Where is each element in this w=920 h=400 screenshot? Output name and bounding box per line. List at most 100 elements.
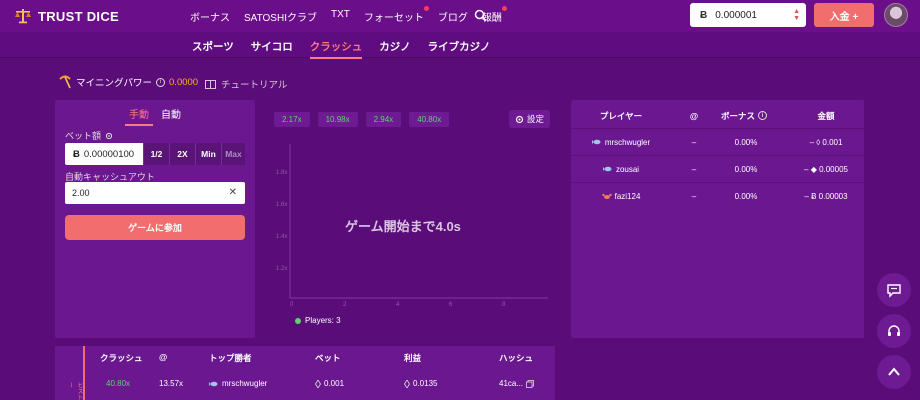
col-crash: クラッシュ [100, 353, 143, 363]
bitcoin-icon: Ƀ [73, 148, 80, 160]
chat-icon [887, 284, 901, 298]
tab-auto[interactable]: 自動 [161, 106, 181, 126]
info-icon[interactable]: i [758, 111, 767, 120]
avatar[interactable] [884, 3, 908, 27]
mining-value: 0.0000 [169, 76, 199, 88]
min-button[interactable]: Min [195, 143, 221, 165]
player-name[interactable]: fazi124 [615, 192, 641, 201]
player-name[interactable]: zousai [616, 165, 639, 174]
settings-button[interactable]: 設定 [509, 110, 551, 128]
countdown-text: ゲーム開始まで4.0s [345, 219, 461, 234]
notification-dot [423, 6, 429, 11]
max-button[interactable]: Max [221, 143, 245, 165]
nav-txt-label: TXT [330, 9, 350, 20]
scroll-top-button[interactable] [877, 355, 911, 389]
balance-value: 0.000001 [715, 9, 757, 21]
tab-casino[interactable]: カジノ [379, 39, 410, 59]
tab-manual[interactable]: 手動 [125, 106, 153, 126]
nav-bonus[interactable]: ボーナス [190, 9, 230, 24]
double-button[interactable]: 2X [169, 143, 195, 165]
history-side-label: ヒストリー [67, 382, 82, 400]
multiplier-chip[interactable]: 40.80x [409, 112, 450, 127]
info-icon[interactable]: i [156, 77, 166, 87]
balance-selector[interactable]: Ƀ 0.000001 ▲ ▼ [690, 3, 806, 27]
notification-dot [501, 6, 507, 11]
multiplier-chip[interactable]: 10.98x [317, 112, 358, 127]
nav-faucet[interactable]: フォーセット [363, 6, 429, 24]
profit-cell: 0.0135 [404, 379, 437, 388]
deposit-label: 入金 + [829, 11, 859, 23]
col-at: @ [689, 110, 699, 121]
multiplier-chip[interactable]: 2.94x [365, 112, 402, 127]
tutorial-label: チュートリアル [221, 80, 288, 91]
table-row: fazi124 – 0.00% – Ƀ 0.00003 [571, 182, 864, 209]
table-row: mrschwugler – 0.00% – ◊ 0.001 [571, 128, 864, 155]
nav-txt[interactable]: TXT [331, 9, 350, 24]
tab-live-casino[interactable]: ライブカジノ [428, 39, 491, 59]
players-table: プレイヤー @ ボーナス i 金額 mrschwugler – 0.00% – … [571, 100, 864, 338]
auto-cashout-input[interactable]: 2.00 ✕ [65, 182, 245, 204]
mining-label: マイニングパワー [76, 78, 153, 89]
bet-panel: 手動 自動 ベット額 Ƀ 0.00000100 1/2 2X Min Max 自… [55, 100, 255, 338]
col-top-winner: トップ勝者 [209, 353, 252, 363]
x-tick: 8 [502, 302, 506, 308]
half-button[interactable]: 1/2 [143, 143, 169, 165]
at-cell: – [691, 191, 697, 201]
bonus-cell: 0.00% [734, 137, 758, 147]
nav-blog-label: ブログ [437, 13, 468, 24]
settings-label: 設定 [527, 114, 545, 124]
nav-faucet-label: フォーセット [363, 13, 424, 24]
deposit-button[interactable]: 入金 + [814, 3, 874, 27]
brand-name: TRUST DICE [38, 8, 119, 24]
gear-icon[interactable] [105, 132, 113, 140]
stepper-arrows-icon[interactable]: ▲ ▼ [793, 8, 800, 22]
crash-cell: 40.80x [106, 379, 131, 388]
hash-cell: 41ca... [499, 379, 534, 388]
multiplier-chip[interactable]: 2.17x [274, 112, 310, 127]
support-button[interactable] [877, 314, 911, 348]
winner-cell: mrschwugler [209, 379, 267, 388]
clear-icon[interactable]: ✕ [229, 187, 237, 198]
y-tick: 1.6x [276, 202, 287, 208]
tutorial-link[interactable]: チュートリアル [205, 77, 287, 91]
player-name[interactable]: mrschwugler [605, 138, 650, 147]
brand-logo[interactable]: TRUST DICE [14, 8, 119, 24]
table-row: 40.80x 13.57x mrschwugler 0.001 0.0135 4… [85, 379, 555, 400]
copy-icon[interactable] [526, 379, 534, 388]
nav-blog[interactable]: ブログ [438, 9, 468, 24]
fish-icon [602, 166, 612, 172]
tab-sports[interactable]: スポーツ [192, 39, 234, 59]
tab-crash[interactable]: クラッシュ [309, 39, 362, 59]
nav-satoshi-club-label: SATOSHIクラブ [244, 13, 317, 24]
at-cell: 13.57x [159, 379, 184, 388]
col-bet: ベット [315, 353, 341, 363]
scales-icon [15, 9, 31, 24]
tab-dice[interactable]: サイコロ [251, 39, 293, 59]
y-tick: 1.8x [276, 170, 287, 176]
y-tick: 1.4x [276, 234, 287, 240]
pickaxe-icon [59, 75, 71, 89]
top-header: TRUST DICE ボーナス SATOSHIクラブ TXT フォーセット ブロ… [0, 0, 920, 32]
nav-satoshi-club[interactable]: SATOSHIクラブ [244, 9, 317, 24]
history-table: ヒストリー クラッシュ @ トップ勝者 ベット 利益 ハッシュ 40.80x 1… [55, 346, 555, 400]
crab-icon [601, 193, 612, 199]
amount-cell: – ◆ 0.00005 [804, 164, 848, 174]
bet-cell: 0.001 [315, 379, 344, 388]
history-sidebar[interactable]: ヒストリー [55, 346, 85, 400]
mining-power: マイニングパワー i 0.0000 [58, 75, 198, 89]
amount-cell: – ◊ 0.001 [809, 137, 843, 147]
join-game-button[interactable]: ゲームに参加 [65, 215, 245, 240]
join-game-label: ゲームに参加 [128, 223, 182, 233]
fish-icon [209, 381, 218, 386]
top-nav: ボーナス SATOSHIクラブ TXT フォーセット ブログ 報酬 [190, 6, 516, 24]
search-icon[interactable] [474, 9, 487, 22]
chat-button[interactable] [877, 273, 911, 307]
bet-amount-input[interactable]: Ƀ 0.00000100 [65, 143, 143, 165]
x-tick: 2 [343, 302, 347, 308]
x-tick: 4 [396, 302, 400, 308]
profit-value: 0.0135 [413, 379, 438, 388]
winner-name[interactable]: mrschwugler [222, 379, 267, 388]
bonus-cell: 0.00% [734, 191, 758, 201]
book-icon [205, 79, 216, 89]
coin-icon [315, 379, 321, 388]
